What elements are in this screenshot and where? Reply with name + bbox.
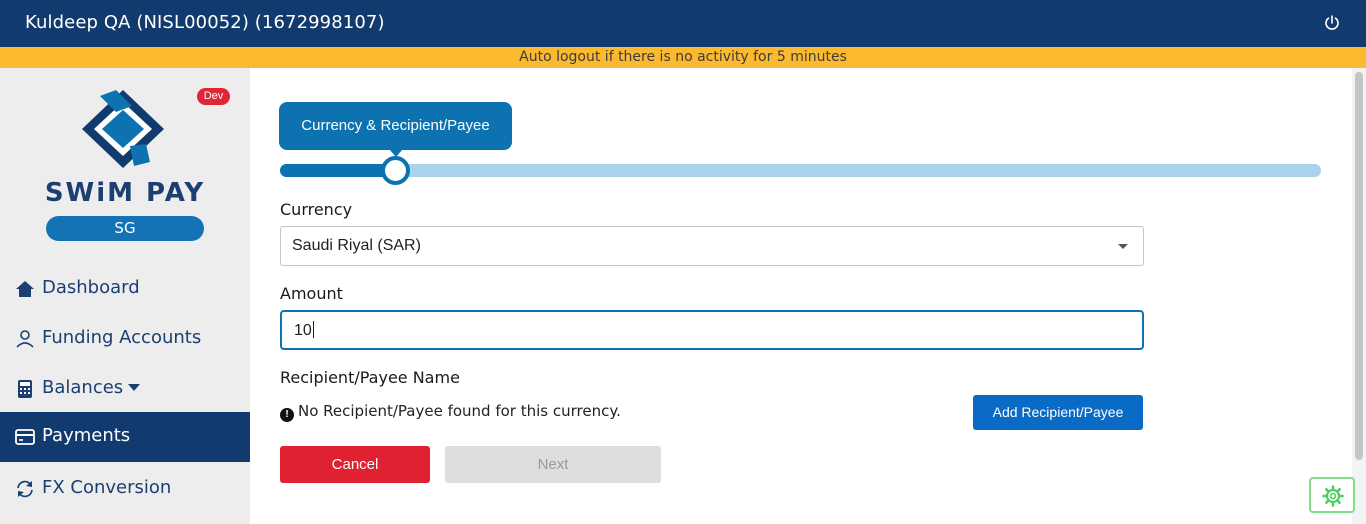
amount-value: 10 — [294, 321, 314, 339]
top-bar: Kuldeep QA (NISL00052) (1672998107) — [0, 0, 1366, 47]
auto-logout-banner: Auto logout if there is no activity for … — [0, 47, 1366, 68]
scrollbar-thumb[interactable] — [1355, 72, 1363, 460]
currency-value: Saudi Riyal (SAR) — [292, 237, 421, 254]
refresh-icon — [15, 479, 35, 499]
swimpay-logo-icon — [80, 88, 166, 170]
sidebar-item-label: Dashboard — [42, 277, 140, 298]
sidebar: Dev SWiM PAY SG Dashboard Funding Accoun… — [0, 68, 250, 524]
currency-select[interactable]: Saudi Riyal (SAR) — [280, 226, 1144, 266]
environment-badge: Dev — [197, 88, 230, 105]
no-recipient-notice: ! No Recipient/Payee found for this curre… — [280, 402, 621, 422]
sidebar-item-dashboard[interactable]: Dashboard — [0, 264, 250, 314]
sidebar-item-label: Balances — [42, 377, 124, 398]
current-step-tooltip: Currency & Recipient/Payee — [279, 102, 512, 157]
recipient-label: Recipient/Payee Name — [280, 368, 460, 387]
credit-card-icon — [15, 427, 35, 447]
progress-knob[interactable] — [380, 156, 410, 185]
sidebar-item-fx-conversion[interactable]: FX Conversion — [0, 464, 250, 514]
sidebar-item-funding-accounts[interactable]: Funding Accounts — [0, 314, 250, 364]
progress-fill — [280, 164, 395, 177]
sidebar-item-label: FX Conversion — [42, 477, 172, 498]
alert-icon: ! — [280, 408, 294, 422]
user-icon — [15, 329, 35, 349]
sidebar-item-label: Funding Accounts — [42, 327, 202, 348]
brand-name: SWiM PAY — [44, 178, 206, 208]
amount-input[interactable]: 10 — [280, 310, 1144, 350]
gear-icon — [1322, 485, 1344, 507]
region-pill: SG — [46, 216, 204, 241]
dropdown-arrow-icon — [1118, 244, 1128, 249]
amount-label: Amount — [280, 284, 343, 303]
chevron-down-icon[interactable] — [128, 384, 140, 391]
sidebar-item-payments[interactable]: Payments — [0, 412, 250, 462]
power-icon[interactable] — [1322, 13, 1342, 33]
calculator-icon — [15, 379, 35, 399]
sidebar-item-label: Payments — [42, 425, 131, 446]
cancel-button[interactable]: Cancel — [280, 446, 430, 483]
sidebar-item-balances[interactable]: Balances — [0, 364, 250, 414]
progress-track — [280, 164, 1321, 177]
notice-text: No Recipient/Payee found for this curren… — [298, 402, 621, 420]
add-recipient-button[interactable]: Add Recipient/Payee — [973, 395, 1143, 430]
settings-button[interactable] — [1309, 477, 1355, 513]
vertical-scrollbar[interactable] — [1352, 68, 1366, 524]
home-icon — [15, 279, 35, 299]
currency-label: Currency — [280, 200, 353, 219]
user-title: Kuldeep QA (NISL00052) (1672998107) — [25, 12, 385, 33]
next-button[interactable]: Next — [445, 446, 661, 483]
